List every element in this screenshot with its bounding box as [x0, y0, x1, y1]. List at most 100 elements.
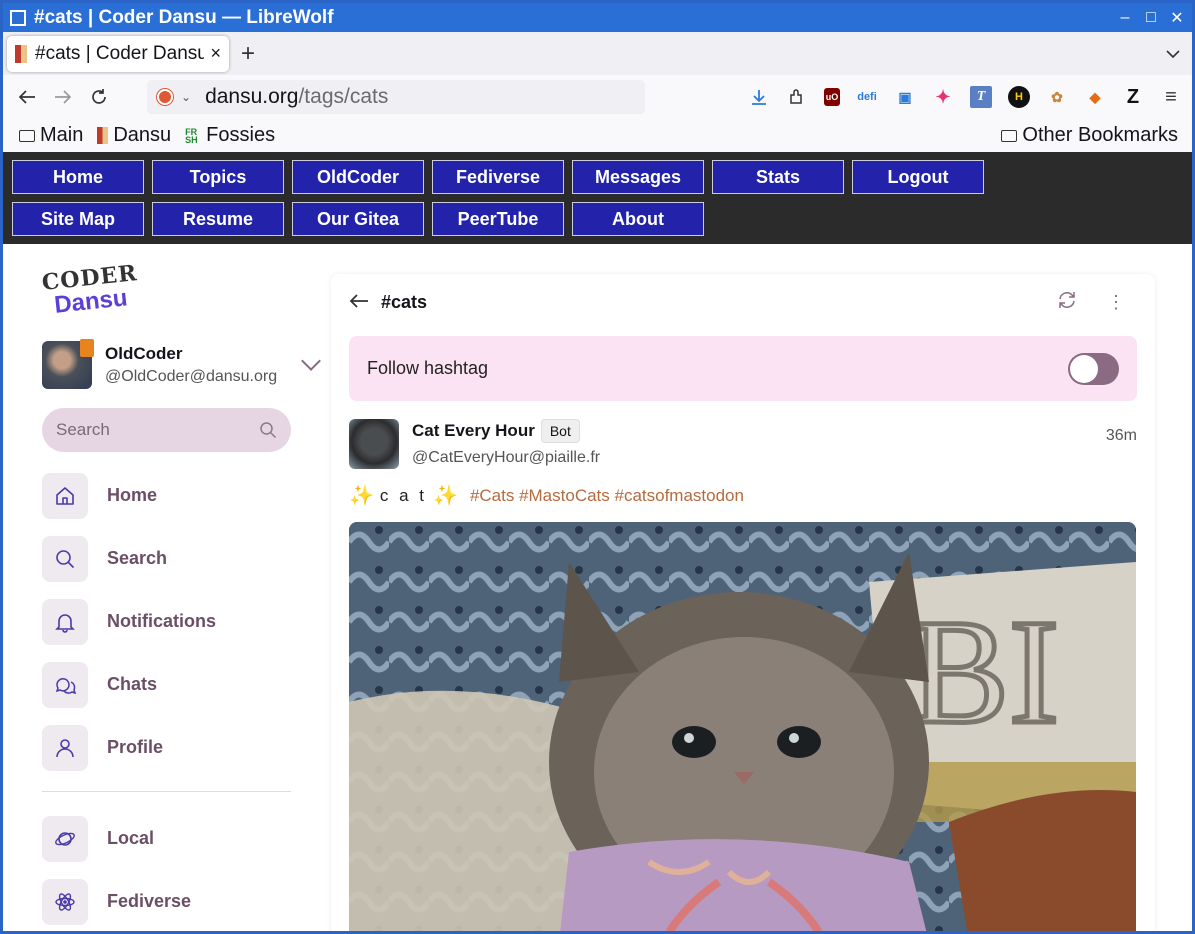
bookmark-dansu[interactable]: Dansu	[97, 124, 171, 147]
post-avatar[interactable]	[349, 419, 399, 469]
tab-strip: #cats | Coder Dansu × +	[3, 32, 1192, 75]
tab-active[interactable]: #cats | Coder Dansu ×	[7, 35, 229, 72]
svg-text:BI: BI	[909, 589, 1059, 755]
url-bar[interactable]: ⌄ dansu.org/tags/cats	[147, 80, 645, 114]
defi-icon[interactable]: defi	[856, 86, 878, 108]
atom-icon	[42, 878, 88, 925]
sidebar-item-label: Chats	[107, 674, 158, 694]
squirrel-icon[interactable]: ✿	[1046, 86, 1068, 108]
site-menu-fediverse-button[interactable]: Fediverse	[432, 160, 564, 194]
bot-badge: Bot	[540, 419, 580, 443]
back-arrow-icon[interactable]	[349, 289, 369, 315]
follow-hashtag-label: Follow hashtag	[367, 358, 489, 378]
site-menu-stats-button[interactable]: Stats	[712, 160, 844, 194]
post-hashtags[interactable]: #Cats #MastoCats #catsofmastodon	[470, 486, 744, 506]
account-switcher[interactable]: OldCoder @OldCoder@dansu.org	[42, 339, 322, 390]
site-menu-logout-button[interactable]: Logout	[852, 160, 984, 194]
site-menu-messages-button[interactable]: Messages	[572, 160, 704, 194]
site-logo[interactable]: CODER Dansu	[41, 260, 141, 319]
sidebar-item-profile[interactable]: Profile	[42, 716, 302, 779]
bookmark-other[interactable]: Other Bookmarks	[1001, 124, 1178, 147]
reload-button[interactable]	[81, 79, 117, 115]
close-tab-icon[interactable]: ×	[210, 43, 221, 64]
sidebar-item-label: Notifications	[107, 611, 217, 631]
site-menu-our-gitea-button[interactable]: Our Gitea	[292, 202, 424, 236]
text-extension-icon[interactable]: T	[970, 86, 992, 108]
window-title: #cats | Coder Dansu — LibreWolf	[34, 6, 334, 28]
post-body: c a t	[379, 485, 428, 505]
more-options-icon[interactable]: ⋮	[1107, 292, 1125, 313]
arrow-left-icon	[18, 90, 35, 104]
list-tabs-button[interactable]	[1166, 46, 1180, 62]
sidebar-item-fediverse[interactable]: Fediverse	[42, 870, 302, 931]
planet-icon	[42, 815, 88, 862]
bookmark-other-label: Other Bookmarks	[1022, 124, 1178, 146]
duckduckgo-icon[interactable]	[157, 89, 173, 105]
avatar	[42, 339, 94, 389]
sidebar-item-search[interactable]: Search	[42, 527, 302, 590]
site-menu-topics-button[interactable]: Topics	[152, 160, 284, 194]
dansu-favicon-icon	[15, 44, 27, 63]
site-menu-site-map-button[interactable]: Site Map	[12, 202, 144, 236]
downloads-icon[interactable]	[748, 86, 770, 108]
hashtag-timeline: #cats ⋮ Follow hashtag Cat Every Hour Bo…	[331, 274, 1155, 931]
user-icon	[42, 724, 88, 771]
chevron-down-icon[interactable]	[301, 351, 321, 371]
ublock-icon[interactable]: uO	[824, 88, 840, 106]
sidebar-item-home[interactable]: Home	[42, 464, 302, 527]
bookmark-fossies-label: Fossies	[206, 124, 276, 146]
site-menu-row-2: Site Map Resume Our Gitea PeerTube About	[12, 202, 1192, 236]
extension-toolbar: uO defi ▣ ✦ T H ✿ ◆ Z ≡	[748, 86, 1182, 108]
fox-icon[interactable]: ◆	[1084, 86, 1106, 108]
post-meta: Cat Every Hour Bot @CatEveryHour@piaille…	[412, 419, 1106, 467]
extensions-icon[interactable]	[786, 86, 808, 108]
sidebar-item-local[interactable]: Local	[42, 807, 302, 870]
search-icon	[260, 422, 277, 439]
bookmark-dansu-label: Dansu	[113, 124, 172, 146]
zotero-icon[interactable]: Z	[1122, 86, 1144, 108]
search-placeholder: Search	[56, 420, 110, 439]
account-name: OldCoder	[105, 344, 183, 363]
new-tab-button[interactable]: +	[241, 40, 255, 68]
translate-icon[interactable]: ▣	[894, 86, 916, 108]
window-menu-icon[interactable]	[10, 9, 26, 26]
site-menu-resume-button[interactable]: Resume	[152, 202, 284, 236]
follow-hashtag-row: Follow hashtag	[349, 336, 1137, 401]
reload-icon	[92, 89, 106, 104]
post-author[interactable]: Cat Every Hour Bot	[412, 419, 1106, 443]
search-engine-chevron-icon[interactable]: ⌄	[181, 90, 191, 104]
url-path: /tags/cats	[298, 85, 389, 108]
folder-icon	[19, 129, 35, 142]
sidebar-item-notifications[interactable]: Notifications	[42, 590, 302, 653]
bookmark-main[interactable]: Main	[19, 124, 83, 147]
page-content: CODER Dansu OldCoder @OldCoder@dansu.org…	[3, 244, 1192, 931]
spark-extension-icon[interactable]: ✦	[932, 86, 954, 108]
back-button[interactable]	[9, 79, 45, 115]
maximize-button[interactable]: □	[1140, 7, 1162, 29]
url-host: dansu.org	[205, 85, 299, 108]
forward-button[interactable]	[45, 79, 81, 115]
close-window-button[interactable]: ✕	[1166, 7, 1188, 29]
tab-label: #cats | Coder Dansu	[35, 42, 205, 64]
site-menu-peertube-button[interactable]: PeerTube	[432, 202, 564, 236]
site-menu-oldcoder-button[interactable]: OldCoder	[292, 160, 424, 194]
search-input[interactable]: Search	[42, 408, 291, 452]
minimize-button[interactable]: –	[1114, 7, 1136, 29]
fossies-icon: FR SH	[185, 126, 198, 145]
sidebar-item-chats[interactable]: Chats	[42, 653, 302, 716]
sparkles-icon: ✨	[349, 485, 374, 507]
post-handle[interactable]: @CatEveryHour@piaille.fr	[412, 449, 1106, 467]
tampermonkey-icon[interactable]: H	[1008, 86, 1030, 108]
post-image[interactable]: BI	[349, 522, 1136, 931]
app-menu-icon[interactable]: ≡	[1160, 86, 1182, 108]
bell-icon	[42, 598, 88, 645]
site-menu: Home Topics OldCoder Fediverse Messages Stats…	[3, 152, 1192, 244]
bookmark-fossies[interactable]: FR SH Fossies	[185, 124, 275, 147]
site-menu-about-button[interactable]: About	[572, 202, 704, 236]
toggle-knob	[1070, 354, 1098, 383]
site-menu-home-button[interactable]: Home	[12, 160, 144, 194]
post-time[interactable]: 36m	[1106, 427, 1137, 445]
follow-hashtag-toggle[interactable]	[1068, 352, 1119, 385]
timeline-title: #cats	[381, 291, 428, 312]
refresh-icon[interactable]	[1057, 290, 1077, 315]
